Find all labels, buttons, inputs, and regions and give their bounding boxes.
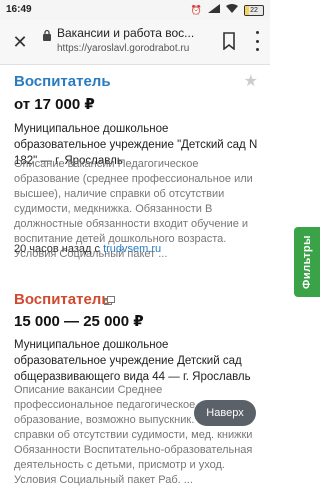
lock-icon <box>43 29 51 41</box>
page-url[interactable]: https://yaroslavl.gorodrabot.ru <box>57 43 207 54</box>
close-button[interactable]: ✕ <box>8 30 32 54</box>
job-employer: Муниципальное дошкольное образовательное… <box>14 339 251 383</box>
status-icons: ⏰ 22 <box>191 0 264 20</box>
signal-icon <box>208 0 220 20</box>
filters-label: Фильтры <box>301 235 313 289</box>
wifi-icon <box>226 0 238 20</box>
page-title[interactable]: Вакансии и работа вос... <box>57 26 207 40</box>
copy-icon <box>104 296 115 305</box>
battery-level: 22 <box>250 6 258 14</box>
status-time: 16:49 <box>6 4 32 15</box>
job-salary: от 17 000 ₽ <box>14 96 95 113</box>
job-description: Описание вакансии Среднее профессиональн… <box>14 384 253 486</box>
job-source-link[interactable]: trudvsem.ru <box>103 243 161 255</box>
job-posted-time: 20 часов назад с <box>14 243 100 255</box>
star-icon[interactable]: ★ <box>244 71 258 91</box>
job-title[interactable]: Воспитатель <box>14 73 111 90</box>
job-salary: 15 000 — 25 000 ₽ <box>14 313 144 330</box>
job-card[interactable]: Воспитатель 15 000 — 25 000 ₽ Муниципаль… <box>0 287 270 487</box>
status-bar: 16:49 ⏰ 22 <box>0 0 270 20</box>
bookmark-icon[interactable] <box>222 32 236 50</box>
back-to-top-button[interactable]: Наверх <box>194 400 256 426</box>
job-title[interactable]: Воспитатель <box>14 291 111 308</box>
job-meta: 20 часов назад с trudvsem.ru <box>14 243 161 255</box>
more-options-icon[interactable] <box>254 31 260 51</box>
browser-toolbar: ✕ Вакансии и работа вос... https://yaros… <box>0 20 270 65</box>
battery-icon: 22 <box>244 4 264 16</box>
filters-tab[interactable]: Фильтры <box>294 227 320 297</box>
job-card[interactable]: Воспитатель ★ от 17 000 ₽ Муниципальное … <box>0 65 270 265</box>
alarm-icon: ⏰ <box>190 5 202 15</box>
